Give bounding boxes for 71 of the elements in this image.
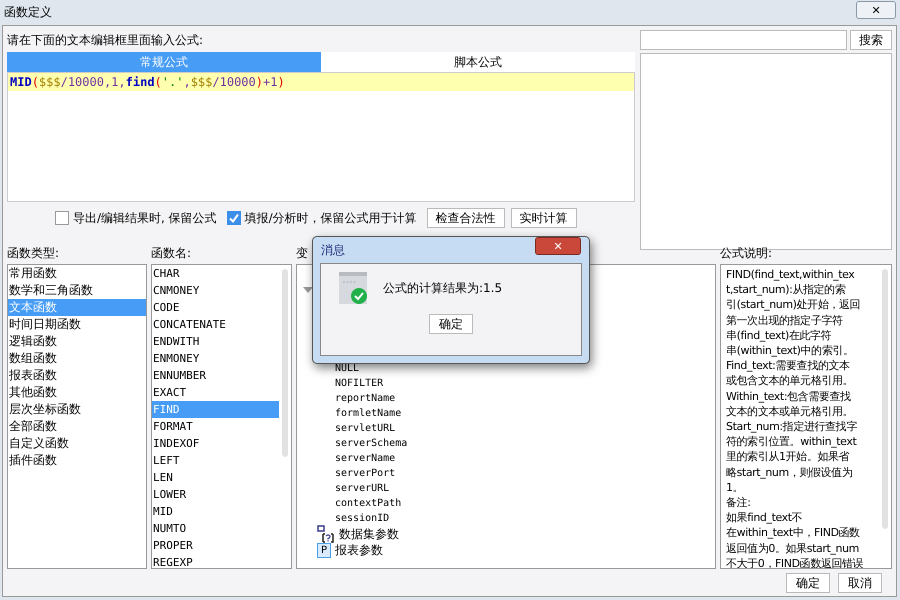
function-item[interactable]: ENMONEY [152, 350, 279, 367]
function-item[interactable]: REGEXP [152, 554, 279, 568]
formula-code: MID($$$/10000,1,find('.',$$$/10000)+1) [8, 73, 634, 91]
close-button[interactable]: ✕ [856, 1, 896, 19]
action-button[interactable]: 实时计算 [510, 208, 577, 228]
variable-item[interactable]: NOFILTER [335, 376, 715, 391]
variable-item[interactable]: serverURL [335, 481, 715, 496]
variable-group[interactable]: 数据集参数 [339, 526, 399, 542]
scrollbar[interactable] [282, 269, 288, 457]
function-item[interactable]: LOWER [152, 486, 279, 503]
category-item[interactable]: 数学和三角函数 [8, 282, 146, 299]
window-title: 函数定义 [4, 4, 52, 20]
column-label: 变 [296, 245, 308, 262]
function-item[interactable]: NUMTO [152, 520, 279, 537]
dialog-title: 消息 [321, 242, 345, 258]
dialog-button[interactable]: 取消 [838, 573, 882, 593]
category-item[interactable]: 常用函数 [8, 265, 146, 282]
collapse-icon[interactable] [303, 287, 313, 293]
close-button[interactable]: ✕ [535, 237, 581, 255]
checkbox[interactable] [55, 211, 69, 225]
variable-item[interactable]: serverName [335, 451, 715, 466]
function-item[interactable]: LEN [152, 469, 279, 486]
variable-item[interactable]: reportName [335, 391, 715, 406]
category-item[interactable]: 层次坐标函数 [8, 401, 146, 418]
column-label: 函数名: [151, 245, 192, 262]
category-item[interactable]: 全部函数 [8, 418, 146, 435]
parameter-icon: P [317, 542, 331, 558]
category-item[interactable]: 其他函数 [8, 384, 146, 401]
formula-editor[interactable]: MID($$$/10000,1,find('.',$$$/10000)+1) [7, 72, 635, 202]
category-item[interactable]: 自定义函数 [8, 435, 146, 452]
function-item[interactable]: CODE [152, 299, 279, 316]
category-item[interactable]: 报表函数 [8, 367, 146, 384]
dialog-button[interactable]: 确定 [786, 573, 830, 593]
category-item[interactable]: 数组函数 [8, 350, 146, 367]
function-item[interactable]: FORMAT [152, 418, 279, 435]
checkbox[interactable] [226, 211, 241, 225]
function-item[interactable]: ENDWITH [152, 333, 279, 350]
variable-item[interactable]: NULL [335, 361, 715, 376]
search-button[interactable]: 搜索 [850, 30, 892, 50]
function-item[interactable]: CNMONEY [152, 282, 279, 299]
prompt-label: 请在下面的文本编辑框里面输入公式: [7, 32, 204, 49]
function-item[interactable]: PROPER [152, 537, 279, 554]
ok-button[interactable]: 确定 [429, 314, 473, 334]
category-item[interactable]: 插件函数 [8, 452, 146, 469]
function-item[interactable]: ENNUMBER [152, 367, 279, 384]
function-item[interactable]: CHAR [152, 265, 279, 282]
variable-group[interactable]: 报表参数 [335, 542, 383, 558]
function-item[interactable]: LEFT [152, 452, 279, 469]
variable-item[interactable]: sessionID [335, 511, 715, 526]
function-item[interactable]: CONCATENATE [152, 316, 279, 333]
function-item[interactable]: INDEXOF [152, 435, 279, 452]
checkbox-label: 填报/分析时，保留公式用于计算 [244, 210, 417, 226]
dataset-icon [317, 525, 335, 543]
action-button[interactable]: 检查合法性 [426, 208, 505, 228]
message-text: 公式的计算结果为:1.5 [383, 280, 502, 296]
search-field[interactable] [640, 30, 847, 50]
checkbox-label: 导出/编辑结果时, 保留公式 [73, 210, 217, 226]
variable-item[interactable]: serverSchema [335, 436, 715, 451]
variable-item[interactable]: servletURL [335, 421, 715, 436]
variable-item[interactable]: formletName [335, 406, 715, 421]
function-item[interactable]: EXACT [152, 384, 279, 401]
success-icon [339, 272, 367, 304]
scrollbar[interactable] [882, 269, 888, 529]
function-item[interactable]: MID [152, 503, 279, 520]
column-label: 公式说明: [720, 245, 772, 262]
column-label: 函数类型: [7, 245, 60, 262]
variable-item[interactable]: serverPort [335, 466, 715, 481]
category-item[interactable]: 时间日期函数 [8, 316, 146, 333]
formula-tab[interactable]: 脚本公式 [321, 52, 635, 72]
variable-item[interactable]: contextPath [335, 496, 715, 511]
category-item[interactable]: 逻辑函数 [8, 333, 146, 350]
